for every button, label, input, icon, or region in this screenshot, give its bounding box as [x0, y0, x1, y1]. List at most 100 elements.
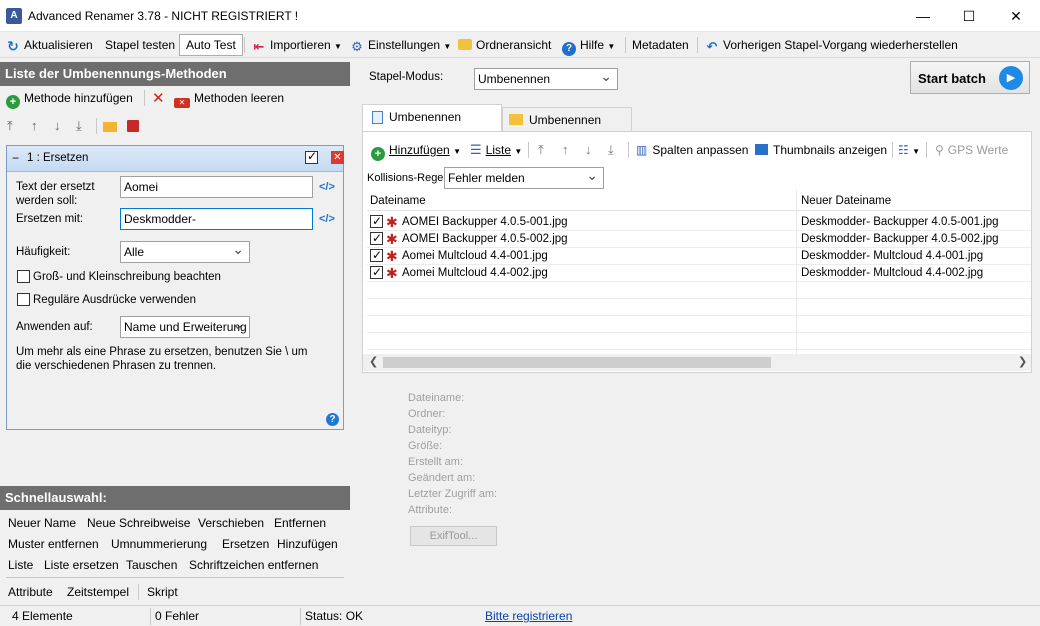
quick-script[interactable]: Skript	[147, 585, 178, 599]
row-new-filename: Deskmodder- Backupper 4.0.5-001.jpg	[801, 216, 999, 228]
auto-test-button[interactable]: Auto Test	[179, 34, 243, 56]
fit-columns-label: Spalten anpassen	[652, 143, 749, 157]
table-row[interactable]: ✱ Aomei Multcloud 4.4-001.jpg Deskmodder…	[367, 247, 1031, 265]
clear-methods-button[interactable]: ✕ Methoden leeren	[174, 91, 284, 108]
save-icon[interactable]	[127, 120, 139, 132]
help-menu[interactable]: ? Hilfe ▼	[562, 32, 615, 58]
quick-attributes[interactable]: Attribute	[8, 585, 53, 599]
quick-remove-pattern[interactable]: Muster entfernen	[8, 537, 99, 551]
add-method-button[interactable]: + Methode hinzufügen	[6, 91, 133, 109]
exiftool-button[interactable]: ExifTool...	[410, 526, 497, 546]
scroll-right-icon[interactable]: ❯	[1018, 355, 1027, 368]
table-row[interactable]: ✱ AOMEI Backupper 4.0.5-002.jpg Deskmodd…	[367, 230, 1031, 248]
dropdown-arrow-icon: ▼	[607, 42, 616, 51]
fit-columns-button[interactable]: ▥ Spalten anpassen	[636, 140, 748, 160]
move-bottom-icon[interactable]: ⤓	[76, 118, 82, 134]
horizontal-scrollbar[interactable]: ❮ ❯	[363, 354, 1031, 371]
row-checkbox[interactable]	[370, 264, 383, 281]
regex-checkbox[interactable]	[17, 293, 30, 306]
restore-label: Vorherigen Stapel-Vorgang wiederherstell…	[723, 38, 958, 52]
info-filetype-label: Dateityp:	[408, 424, 452, 436]
row-checkbox[interactable]	[370, 247, 383, 264]
info-accessed-label: Letzter Zugriff am:	[408, 488, 498, 500]
restore-batch-button[interactable]: ↶ Vorherigen Stapel-Vorgang wiederherstel…	[705, 32, 958, 58]
scroll-left-icon[interactable]: ❮	[369, 355, 378, 368]
add-files-menu[interactable]: + Hinzufügen ▼	[371, 140, 461, 161]
refresh-button[interactable]: ↻ Aktualisieren	[6, 32, 93, 58]
table-row[interactable]: ✱ Aomei Multcloud 4.4-002.jpg Deskmodder…	[367, 264, 1031, 282]
batch-mode-select[interactable]: Umbenennen	[474, 66, 618, 90]
help-label: Hilfe	[580, 38, 605, 52]
import-menu[interactable]: ⇤ Importieren ▼	[252, 32, 342, 58]
tab-rename-folders[interactable]: Umbenennen Ordner	[502, 107, 632, 152]
start-batch-button[interactable]: Start batch ▶	[910, 61, 1030, 94]
settings-menu[interactable]: ⚙ Einstellungen ▼	[350, 32, 451, 58]
list-label: Liste	[485, 143, 512, 157]
row-filename: AOMEI Backupper 4.0.5-001.jpg	[402, 216, 568, 228]
quick-divider	[6, 577, 344, 578]
method-panel-replace: − 1 : Ersetzen ✕ Text der ersetzt werden…	[6, 145, 344, 430]
column-new-filename[interactable]: Neuer Dateiname	[801, 195, 891, 207]
image-file-icon: ✱	[386, 265, 398, 281]
test-batch-button[interactable]: Stapel testen	[105, 32, 175, 58]
quick-swap[interactable]: Tauschen	[126, 558, 177, 572]
grid-move-bottom-icon[interactable]: ⤓	[608, 140, 614, 160]
folder-view-label: Ordneransicht	[476, 38, 552, 52]
metadata-button[interactable]: Metadaten	[632, 32, 689, 58]
delete-method-icon[interactable]: ✕	[152, 89, 165, 107]
view-options-menu[interactable]: ☷ ▼	[898, 140, 920, 160]
register-link[interactable]: Bitte registrieren	[485, 609, 572, 623]
collapse-icon[interactable]: −	[12, 151, 19, 165]
remove-method-icon[interactable]: ✕	[331, 151, 344, 164]
folder-view-button[interactable]: Ordneransicht	[458, 32, 551, 58]
move-up-icon[interactable]: ↑	[31, 118, 38, 133]
close-window-button[interactable]: ✕	[993, 0, 1039, 32]
row-checkbox[interactable]	[370, 230, 383, 247]
frequency-select[interactable]: Alle	[120, 239, 250, 263]
image-file-icon: ✱	[386, 231, 398, 247]
column-filename[interactable]: Dateiname	[370, 195, 426, 207]
maximize-button[interactable]: ☐	[946, 0, 992, 32]
find-text-input[interactable]: Aomei	[120, 176, 313, 198]
quick-new-name[interactable]: Neuer Name	[8, 516, 76, 530]
move-top-icon[interactable]: ⤒	[7, 118, 13, 134]
separator	[628, 142, 629, 158]
gps-values-button[interactable]: ⚲ GPS Werte	[935, 140, 1008, 160]
empty-row	[367, 316, 1031, 333]
method-enabled-checkbox[interactable]	[305, 149, 318, 164]
replace-with-input[interactable]: Deskmodder-	[120, 208, 313, 230]
quick-remove[interactable]: Entfernen	[274, 516, 326, 530]
code-tag-icon[interactable]: </>	[319, 213, 335, 225]
method-help-icon[interactable]: ?	[326, 413, 339, 426]
quick-remove-chars[interactable]: Schriftzeichen entfernen	[189, 558, 318, 572]
quick-new-case[interactable]: Neue Schreibweise	[87, 516, 190, 530]
code-tag-icon[interactable]: </>	[319, 181, 335, 193]
row-checkbox[interactable]	[370, 213, 383, 230]
grid-move-down-icon[interactable]: ↓	[585, 140, 592, 160]
quick-list[interactable]: Liste	[8, 558, 33, 572]
view-options-icon: ☷	[898, 143, 909, 157]
grid-move-top-icon[interactable]: ⤒	[538, 140, 544, 160]
quick-replace[interactable]: Ersetzen	[222, 537, 269, 551]
minimize-button[interactable]: —	[900, 0, 946, 32]
grid-move-up-icon[interactable]: ↑	[562, 140, 569, 160]
quick-list-replace[interactable]: Liste ersetzen	[44, 558, 119, 572]
separator	[528, 142, 529, 158]
open-folder-icon[interactable]	[103, 122, 117, 132]
main-toolbar: ↻ Aktualisieren Stapel testen Auto Test ⇤…	[0, 32, 1040, 58]
move-down-icon[interactable]: ↓	[54, 118, 61, 133]
apply-to-select[interactable]: Name und Erweiterung	[120, 316, 250, 338]
quick-add[interactable]: Hinzufügen	[277, 537, 338, 551]
collision-rule-select[interactable]: Fehler melden	[444, 165, 604, 189]
quick-timestamp[interactable]: Zeitstempel	[67, 585, 129, 599]
thumbnails-button[interactable]: Thumbnails anzeigen	[755, 140, 887, 160]
case-sensitive-checkbox[interactable]	[17, 270, 30, 283]
scrollbar-thumb[interactable]	[383, 357, 771, 368]
list-menu[interactable]: ☰ Liste ▼	[470, 140, 522, 160]
tab-rename-files[interactable]: Umbenennen Dateien	[362, 104, 502, 149]
quick-renumber[interactable]: Umnummerierung	[111, 537, 207, 551]
quick-move[interactable]: Verschieben	[198, 516, 264, 530]
separator	[96, 118, 97, 134]
table-row[interactable]: ✱ AOMEI Backupper 4.0.5-001.jpg Deskmodd…	[367, 213, 1031, 231]
row-filename: Aomei Multcloud 4.4-002.jpg	[402, 267, 548, 279]
